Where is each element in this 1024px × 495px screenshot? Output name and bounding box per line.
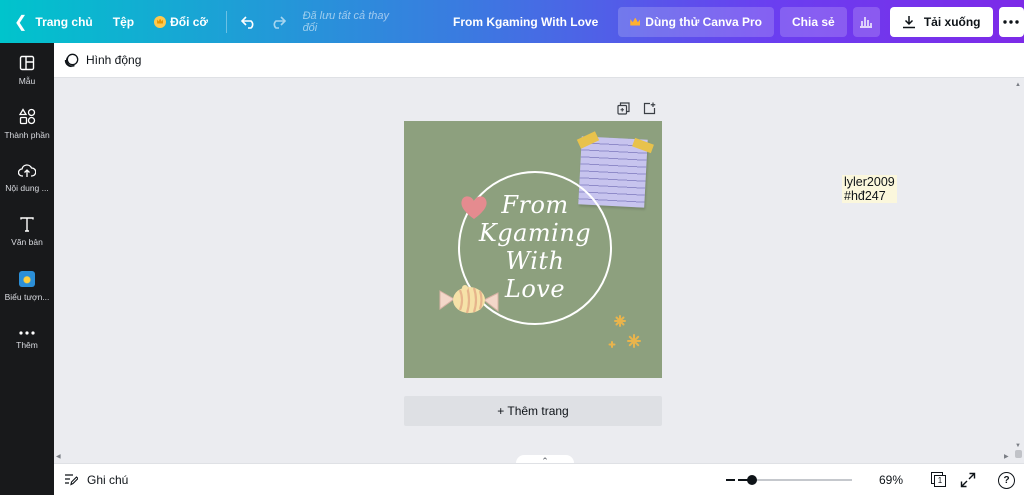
- sidebar-item-uploads[interactable]: Nội dung ...: [0, 151, 54, 205]
- notes-button[interactable]: Ghi chú: [54, 473, 128, 487]
- add-page-icon-button[interactable]: [640, 99, 658, 117]
- sidebar-item-label: Mẫu: [18, 75, 36, 86]
- scroll-down-icon[interactable]: ▼: [1014, 443, 1022, 451]
- context-toolbar: Hình động: [54, 43, 1024, 78]
- scroll-left-icon[interactable]: ◀: [56, 453, 61, 460]
- scroll-up-icon[interactable]: ▲: [1014, 82, 1022, 90]
- notes-icon: [65, 474, 78, 486]
- try-pro-label: Dùng thử Canva Pro: [645, 14, 762, 29]
- help-icon: ?: [1003, 475, 1010, 486]
- bottom-bar: Ghi chú 69% 1 ?: [54, 463, 1024, 495]
- add-page-label: + Thêm trang: [497, 404, 569, 418]
- bar-chart-icon: [860, 17, 873, 28]
- more-options-button[interactable]: [998, 6, 1024, 37]
- share-button[interactable]: Chia sẻ: [779, 6, 847, 37]
- scroll-thumb[interactable]: [1015, 450, 1022, 458]
- chevron-left-icon: ❮: [14, 13, 28, 31]
- sidebar-item-templates[interactable]: Mẫu: [0, 43, 54, 97]
- download-button[interactable]: Tải xuống: [889, 6, 993, 37]
- share-label: Chia sẻ: [791, 14, 835, 29]
- top-bar: ❮ Trang chủ Tệp Đổi cỡ Đã lưu tất cả tha…: [0, 0, 1024, 43]
- left-sidebar: Mẫu Thành phần Nội dung ... Văn bản Biểu…: [0, 43, 54, 495]
- fullscreen-icon: [960, 472, 976, 488]
- undo-button[interactable]: [235, 0, 264, 43]
- sidebar-item-label: Biểu tượn...: [4, 291, 50, 302]
- page-count: 1: [934, 475, 946, 487]
- crown-icon: [154, 15, 167, 28]
- add-page-button[interactable]: + Thêm trang: [404, 396, 662, 426]
- candy-icon: [439, 285, 499, 314]
- sticky-note[interactable]: lyler2009 #hđ247: [842, 175, 897, 203]
- redo-icon: [273, 15, 287, 29]
- file-label: Tệp: [112, 14, 135, 29]
- home-button[interactable]: ❮ Trang chủ: [0, 0, 103, 43]
- help-button[interactable]: ?: [998, 472, 1015, 489]
- page-tools: [614, 99, 658, 117]
- upload-icon: [18, 164, 36, 177]
- sidebar-item-label: Thành phần: [4, 130, 50, 140]
- animate-label: Hình động: [86, 53, 142, 67]
- zoom-slider-handle[interactable]: [747, 475, 757, 485]
- fullscreen-button[interactable]: [960, 472, 978, 490]
- sticky-note-line: #hđ247: [844, 189, 886, 203]
- sidebar-item-elements[interactable]: Thành phần: [0, 97, 54, 151]
- sidebar-item-text[interactable]: Văn bản: [0, 205, 54, 259]
- sidebar-item-app[interactable]: Biểu tượn...: [0, 259, 54, 313]
- notes-label: Ghi chú: [87, 472, 129, 487]
- download-label: Tải xuống: [923, 14, 981, 29]
- vertical-scrollbar[interactable]: ▲ ▼: [1012, 78, 1024, 463]
- insights-button[interactable]: [852, 6, 880, 37]
- redo-button[interactable]: [264, 0, 293, 43]
- sidebar-item-label: Nội dung ...: [5, 183, 49, 193]
- animate-button[interactable]: Hình động: [64, 53, 141, 68]
- download-icon: [902, 15, 915, 28]
- file-menu-button[interactable]: Tệp: [103, 0, 144, 43]
- sidebar-item-label: Văn bản: [11, 237, 43, 247]
- design-page[interactable]: From Kgaming With Love: [404, 121, 662, 378]
- more-icon: [19, 330, 35, 335]
- page-grid-button[interactable]: 1: [930, 471, 948, 489]
- design-text-line: Kgaming: [478, 219, 592, 247]
- zoom-slider[interactable]: [738, 475, 852, 485]
- sparkle-icon: [608, 315, 641, 348]
- resize-label: Đổi cỡ: [170, 14, 208, 29]
- saved-status: Đã lưu tất cả thay đổi: [302, 9, 390, 34]
- zoom-out-button[interactable]: [726, 479, 735, 481]
- text-icon: [20, 217, 34, 232]
- add-page-icon: [643, 102, 655, 114]
- crown-icon: [630, 17, 641, 26]
- sidebar-item-more[interactable]: Thêm: [0, 313, 54, 367]
- duplicate-page-button[interactable]: [614, 99, 632, 117]
- document-title[interactable]: From Kgaming With Love: [453, 15, 598, 29]
- app-icon: [19, 270, 35, 287]
- resize-button[interactable]: Đổi cỡ: [144, 0, 218, 43]
- design-text-line: From: [501, 191, 569, 219]
- template-icon: [19, 55, 35, 70]
- divider: [225, 10, 227, 33]
- sidebar-item-label: Thêm: [16, 339, 38, 350]
- scroll-right-icon[interactable]: ▶: [1004, 453, 1009, 460]
- ellipsis-icon: [1003, 19, 1019, 24]
- undo-icon: [241, 15, 254, 29]
- animation-icon: [64, 53, 79, 67]
- canvas-area: From Kgaming With Love + Thêm trang lyle…: [54, 78, 1012, 463]
- elements-icon: [18, 108, 35, 125]
- try-canva-pro-button[interactable]: Dùng thử Canva Pro: [618, 6, 774, 37]
- home-label: Trang chủ: [35, 14, 93, 29]
- design-text-line: With: [505, 247, 565, 275]
- duplicate-icon: [616, 101, 630, 115]
- zoom-level[interactable]: 69%: [874, 464, 908, 495]
- sticky-note-line: lyler2009: [844, 175, 895, 189]
